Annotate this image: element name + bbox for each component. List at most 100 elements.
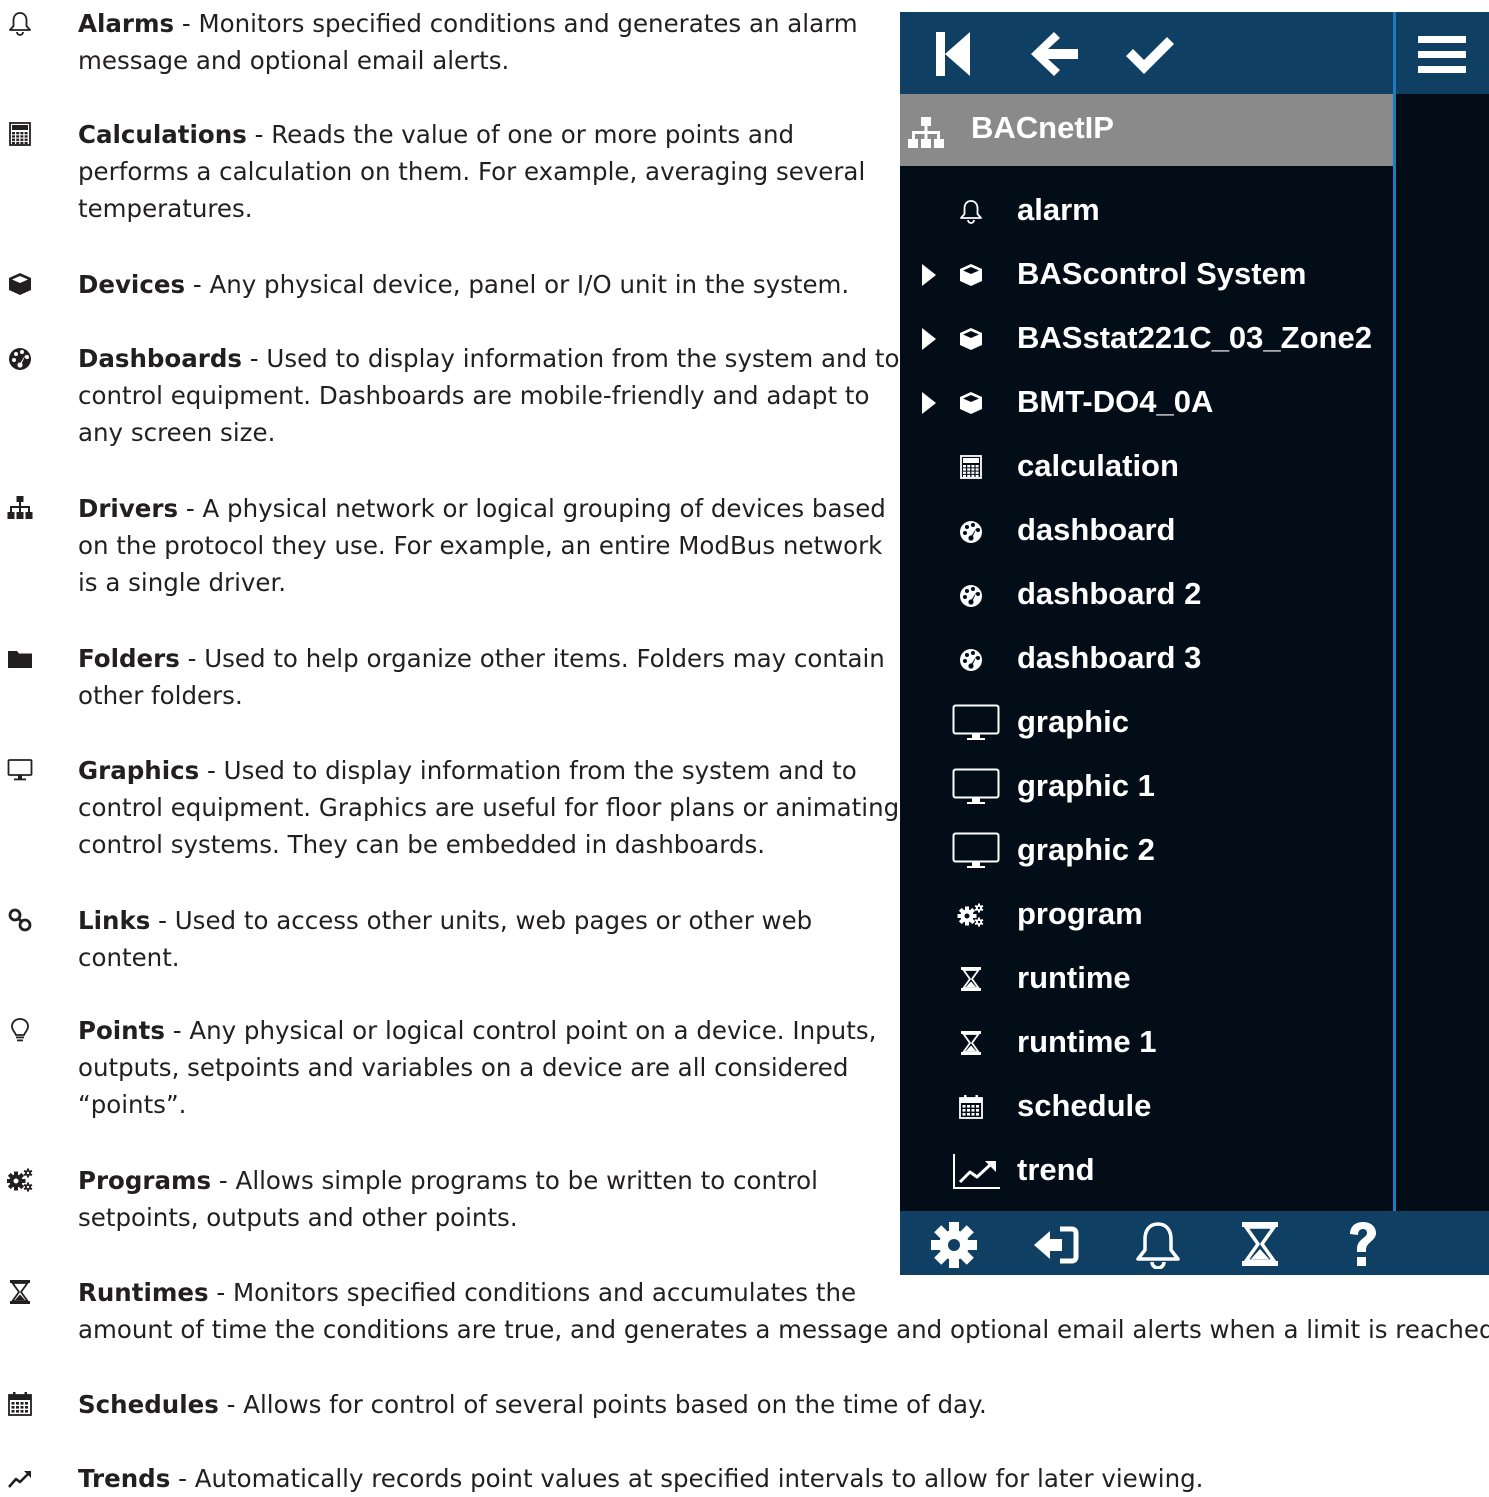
calculator-icon — [952, 448, 1002, 486]
first-button[interactable] — [930, 28, 982, 80]
confirm-button[interactable] — [1124, 28, 1176, 80]
tree-item[interactable]: graphic — [900, 690, 1393, 754]
bell-icon — [7, 10, 33, 36]
folder-icon — [7, 645, 33, 671]
legend-line: setpoints, outputs and other points. — [78, 1203, 518, 1232]
tree-item[interactable]: dashboard 2 — [900, 562, 1393, 626]
expand-caret-icon[interactable] — [922, 392, 936, 414]
legend-line: Graphics - Used to display information f… — [78, 756, 857, 785]
legend-line: Drivers - A physical network or logical … — [78, 494, 886, 523]
hamburger-menu-icon — [1418, 36, 1466, 73]
tree-item[interactable]: alarm — [900, 178, 1393, 242]
gears-icon — [7, 1167, 33, 1193]
back-button[interactable] — [1028, 28, 1080, 80]
legend-line: amount of time the conditions are true, … — [78, 1315, 1489, 1344]
tree-item[interactable]: trend — [900, 1138, 1393, 1202]
legend-line: Runtimes - Monitors specified conditions… — [78, 1278, 857, 1307]
settings-button[interactable] — [928, 1219, 980, 1269]
monitor-icon — [7, 757, 33, 783]
tree-item-label: BAScontrol System — [1017, 256, 1307, 291]
legend-line: performs a calculation on them. For exam… — [78, 157, 866, 186]
legend-line: Trends - Automatically records point val… — [78, 1464, 1204, 1493]
tree-item-label: alarm — [1017, 192, 1100, 227]
expand-caret-icon[interactable] — [922, 264, 936, 286]
legend-line: Calculations - Reads the value of one or… — [78, 120, 795, 149]
gears-icon — [952, 896, 1002, 934]
tree-item-label: schedule — [1017, 1088, 1152, 1123]
runtimes-button[interactable] — [1234, 1219, 1286, 1269]
legend-line: Dashboards - Used to display information… — [78, 344, 900, 373]
calendar-icon — [7, 1391, 33, 1417]
navigation-panel: BACnetIP alarm BAScontrol System BASstat22… — [900, 12, 1489, 1275]
tree-item-label: runtime — [1017, 960, 1131, 995]
hourglass-icon — [7, 1279, 33, 1305]
calculator-icon — [7, 121, 33, 147]
tree-item-label: dashboard 3 — [1017, 640, 1202, 675]
legend-line: control systems. They can be embedded in… — [78, 830, 766, 859]
tree-item[interactable]: runtime 1 — [900, 1010, 1393, 1074]
tree-item[interactable]: BAScontrol System — [900, 242, 1393, 306]
menu-button[interactable] — [1416, 28, 1468, 80]
cube-icon — [952, 256, 1002, 294]
hourglass-icon — [952, 960, 1002, 998]
tree-item-label: BASstat221C_03_Zone2 — [1017, 320, 1372, 355]
dashboard-icon — [952, 640, 1002, 678]
monitor-icon — [952, 704, 1002, 742]
legend-line: temperatures. — [78, 194, 253, 223]
dashboard-icon — [7, 345, 33, 371]
cube-icon — [7, 271, 33, 297]
cube-icon — [952, 320, 1002, 358]
dashboard-icon — [952, 576, 1002, 614]
tree-item-label: runtime 1 — [1017, 1024, 1157, 1059]
link-icon — [7, 907, 33, 933]
logout-button[interactable] — [1030, 1219, 1082, 1269]
tree-item[interactable]: calculation — [900, 434, 1393, 498]
legend-line: content. — [78, 943, 180, 972]
legend-line: Folders - Used to help organize other it… — [78, 644, 885, 673]
checkmark-icon — [1126, 37, 1174, 74]
tree-item[interactable]: program — [900, 882, 1393, 946]
tree-item[interactable]: BMT-DO4_0A — [900, 370, 1393, 434]
legend-line: other folders. — [78, 681, 243, 710]
tree-item-label: graphic 1 — [1017, 768, 1155, 803]
tree-item-label: dashboard — [1017, 512, 1176, 547]
tree-item[interactable]: schedule — [900, 1074, 1393, 1138]
legend-line: Points - Any physical or logical control… — [78, 1016, 877, 1045]
trend-icon — [7, 1465, 33, 1491]
help-button[interactable] — [1336, 1219, 1388, 1269]
tree-item-label: trend — [1017, 1152, 1095, 1187]
tree-item[interactable]: graphic 1 — [900, 754, 1393, 818]
tree-item[interactable]: runtime — [900, 946, 1393, 1010]
expand-caret-icon[interactable] — [922, 328, 936, 350]
legend-line: outputs, setpoints and variables on a de… — [78, 1053, 849, 1082]
legend-line: control equipment. Graphics are useful f… — [78, 793, 900, 822]
legend-line: Schedules - Allows for control of severa… — [78, 1390, 987, 1419]
monitor-icon — [952, 832, 1002, 870]
tree-item-label: dashboard 2 — [1017, 576, 1202, 611]
tree-item[interactable]: graphic 2 — [900, 818, 1393, 882]
tree-root-label: BACnetIP — [971, 110, 1114, 145]
tree-item[interactable]: dashboard 3 — [900, 626, 1393, 690]
tree-item[interactable]: dashboard — [900, 498, 1393, 562]
sitemap-icon — [7, 495, 33, 521]
legend-line: Devices - Any physical device, panel or … — [78, 270, 850, 299]
alarms-button[interactable] — [1132, 1219, 1184, 1269]
tree-root-bacnetip[interactable]: BACnetIP — [900, 94, 1393, 166]
top-toolbar — [900, 12, 1489, 94]
legend-line: message and optional email alerts. — [78, 46, 510, 75]
tree-item[interactable]: BASstat221C_03_Zone2 — [900, 306, 1393, 370]
lightbulb-icon — [7, 1017, 33, 1043]
legend-line: is a single driver. — [78, 568, 287, 597]
question-icon — [1350, 1222, 1376, 1266]
legend-line: any screen size. — [78, 418, 276, 447]
legend-line: on the protocol they use. For example, a… — [78, 531, 883, 560]
bell-icon — [1136, 1222, 1180, 1269]
hourglass-icon — [1242, 1222, 1278, 1266]
device-tree: BACnetIP alarm BAScontrol System BASstat22… — [900, 94, 1396, 1211]
legend-line: Programs - Allows simple programs to be … — [78, 1166, 818, 1195]
cube-icon — [952, 384, 1002, 422]
right-pane — [1396, 94, 1489, 1211]
monitor-icon — [952, 768, 1002, 806]
sign-in-icon — [1034, 1226, 1079, 1264]
legend-line: Alarms - Monitors specified conditions a… — [78, 9, 858, 38]
